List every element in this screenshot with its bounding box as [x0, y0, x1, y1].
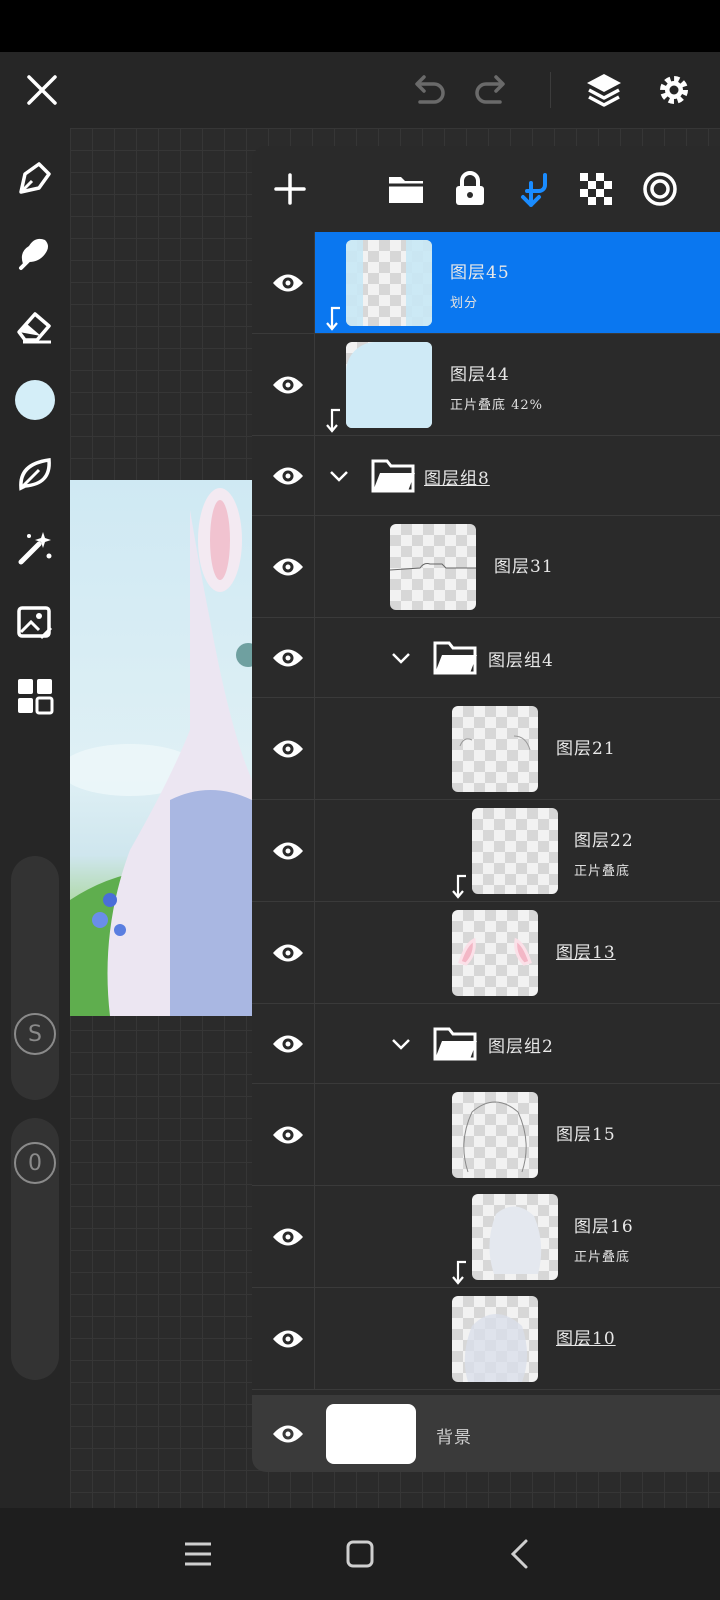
layer-row[interactable]: 图层16 正片叠底 [252, 1186, 720, 1288]
redo-icon[interactable] [468, 66, 516, 114]
brush-icon[interactable] [11, 154, 59, 202]
eye-icon[interactable] [264, 929, 312, 977]
image-edit-icon[interactable] [11, 598, 59, 646]
layer-thumbnail [472, 808, 558, 894]
artwork-preview[interactable] [70, 480, 252, 1016]
layer-thumbnail [452, 706, 538, 792]
layer-thumbnail [452, 1296, 538, 1382]
clip-arrow-icon [452, 874, 466, 899]
eye-icon[interactable] [264, 361, 312, 409]
layer-thumbnail [452, 1092, 538, 1178]
target-icon[interactable] [636, 165, 684, 213]
layer-row[interactable]: 图层22 正片叠底 [252, 800, 720, 902]
clip-arrow-icon [326, 408, 340, 433]
eye-icon[interactable] [264, 725, 312, 773]
eye-icon[interactable] [264, 452, 312, 500]
opacity-indicator: 0 [11, 1139, 59, 1187]
layer-blend-mode: 正片叠底 [574, 1250, 631, 1265]
layer-blend-mode: 划分 [450, 296, 479, 311]
layer-row[interactable]: 图层44 正片叠底 42% [252, 334, 720, 436]
layers-panel: 图层45 划分 图层44 正片叠底 42% 图层组8 图层31 图层组4 图层2… [252, 146, 720, 1472]
layer-name: 图层22 [574, 831, 634, 851]
size-indicator: S [11, 1010, 59, 1058]
layer-row[interactable]: 图层15 [252, 1084, 720, 1186]
chevron-down-icon[interactable] [386, 1029, 416, 1059]
layer-row[interactable]: 图层45 划分 [252, 232, 720, 334]
layer-blend-mode: 正片叠底 42% [450, 398, 544, 413]
add-layer-icon[interactable] [266, 165, 314, 213]
layer-row[interactable]: 图层31 [252, 516, 720, 618]
layer-name: 图层10 [556, 1329, 616, 1349]
home-icon[interactable] [336, 1530, 384, 1578]
undo-icon[interactable] [404, 66, 452, 114]
clipping-icon[interactable] [510, 165, 558, 213]
layer-name: 图层31 [494, 557, 554, 577]
layer-name: 图层44 [450, 365, 510, 385]
magic-wand-icon[interactable] [11, 524, 59, 572]
folder-icon [433, 641, 477, 675]
layer-thumbnail [346, 342, 432, 428]
layer-row[interactable]: 图层13 [252, 902, 720, 1004]
layer-group-row[interactable]: 图层组8 [252, 436, 720, 516]
folder-icon [371, 459, 415, 493]
color-swatch[interactable] [11, 376, 59, 424]
layer-name: 图层16 [574, 1217, 634, 1237]
layer-group-name: 图层组4 [488, 651, 554, 671]
back-icon[interactable] [496, 1530, 544, 1578]
recent-apps-icon[interactable] [174, 1530, 222, 1578]
eye-icon[interactable] [264, 1213, 312, 1261]
lock-icon[interactable] [446, 165, 494, 213]
eye-icon[interactable] [264, 827, 312, 875]
system-nav-bar [0, 1508, 720, 1600]
background-layer-name: 背景 [436, 1428, 472, 1448]
size-label: S [14, 1013, 56, 1055]
eye-icon[interactable] [264, 1020, 312, 1068]
layer-list: 图层45 划分 图层44 正片叠底 42% 图层组8 图层31 图层组4 图层2… [252, 232, 720, 1395]
eraser-icon[interactable] [11, 302, 59, 350]
layer-row[interactable]: 图层21 [252, 698, 720, 800]
brush-size-slider[interactable] [11, 856, 59, 1100]
chevron-down-icon[interactable] [386, 643, 416, 673]
leaf-icon[interactable] [11, 450, 59, 498]
layer-group-name: 图层组2 [488, 1037, 554, 1057]
chevron-down-icon[interactable] [324, 461, 354, 491]
smudge-icon[interactable] [11, 228, 59, 276]
folder-icon[interactable] [382, 165, 430, 213]
layers-panel-toolbar [252, 146, 720, 232]
layer-name: 图层15 [556, 1125, 616, 1145]
layers-icon[interactable] [580, 66, 628, 114]
eye-icon[interactable] [264, 1315, 312, 1363]
eye-icon[interactable] [264, 543, 312, 591]
grid-icon[interactable] [11, 672, 59, 720]
layer-name: 图层45 [450, 263, 510, 283]
close-icon[interactable] [18, 66, 66, 114]
background-thumbnail [326, 1404, 416, 1464]
gear-icon[interactable] [650, 66, 698, 114]
background-layer-row[interactable]: 背景 [252, 1395, 720, 1472]
eye-icon[interactable] [264, 634, 312, 682]
layer-thumbnail [390, 524, 476, 610]
status-bar [0, 0, 720, 52]
eye-icon[interactable] [264, 259, 312, 307]
eye-icon[interactable] [264, 1111, 312, 1159]
layer-group-row[interactable]: 图层组2 [252, 1004, 720, 1084]
folder-icon [433, 1027, 477, 1061]
opacity-label: 0 [14, 1142, 56, 1184]
transparency-icon[interactable] [572, 165, 620, 213]
layer-thumbnail [472, 1194, 558, 1280]
layer-group-name: 图层组8 [424, 469, 490, 489]
layer-thumbnail [346, 240, 432, 326]
eye-icon[interactable] [264, 1410, 312, 1458]
layer-name: 图层13 [556, 943, 616, 963]
top-toolbar [0, 52, 720, 128]
layer-thumbnail [452, 910, 538, 996]
layer-row[interactable]: 图层10 [252, 1288, 720, 1390]
layer-group-row[interactable]: 图层组4 [252, 618, 720, 698]
layer-blend-mode: 正片叠底 [574, 864, 631, 879]
clip-arrow-icon [326, 306, 340, 331]
layer-name: 图层21 [556, 739, 616, 759]
tool-sidebar: S 0 [0, 128, 70, 1508]
clip-arrow-icon [452, 1260, 466, 1285]
